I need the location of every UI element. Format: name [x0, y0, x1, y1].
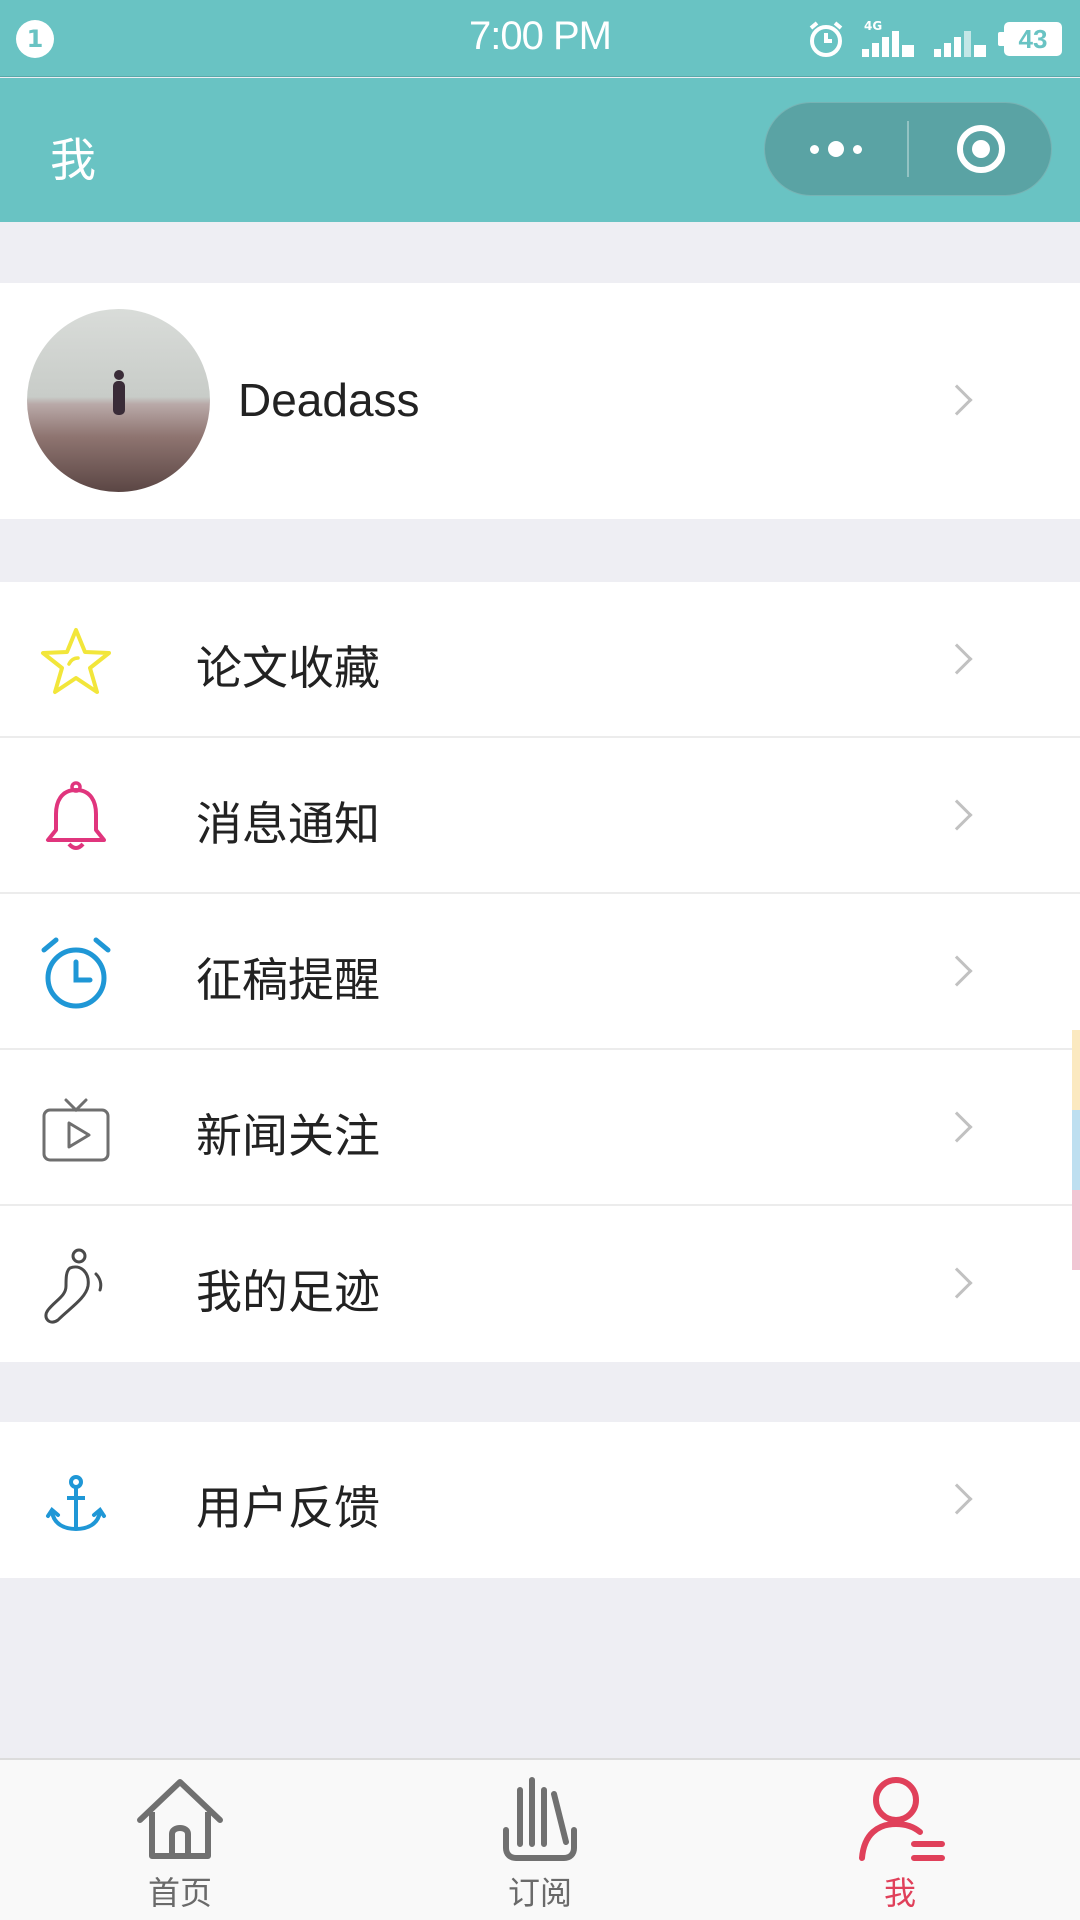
- more-dot-icon: [828, 141, 844, 157]
- avatar-figure: [113, 370, 125, 415]
- menu-item-news[interactable]: 新闻关注: [0, 1050, 1080, 1206]
- mini-program-capsule: [764, 102, 1052, 196]
- battery-indicator: 43: [998, 22, 1062, 56]
- menu-label: 我的足迹: [196, 1265, 380, 1319]
- network-type-label: 4G: [864, 19, 882, 33]
- close-button[interactable]: [911, 103, 1051, 195]
- star-icon: [41, 628, 111, 694]
- menu-label: 论文收藏: [196, 641, 380, 695]
- signal-sim1-icon: [934, 31, 986, 57]
- tab-label: 订阅: [507, 1874, 572, 1912]
- tab-bar: 首页 订阅 我: [0, 1758, 1080, 1920]
- username: Deadass: [238, 374, 420, 426]
- side-strip-blue: [1072, 1110, 1080, 1190]
- tab-subscribe[interactable]: 订阅: [360, 1760, 720, 1920]
- bell-icon: [46, 781, 106, 850]
- capsule-divider: [907, 121, 909, 177]
- home-icon: [137, 1779, 223, 1859]
- menu-item-feedback[interactable]: 用户反馈: [0, 1422, 1080, 1578]
- anchor-icon: [46, 1475, 106, 1532]
- menu-item-favorites[interactable]: 论文收藏: [0, 582, 1080, 738]
- chevron-right-icon: [941, 1483, 973, 1515]
- side-strip-pink: [1072, 1190, 1080, 1270]
- alarm-clock-icon: [41, 937, 111, 1009]
- tab-me[interactable]: 我: [720, 1760, 1080, 1920]
- chevron-right-icon: [941, 1111, 973, 1143]
- chevron-right-icon: [941, 384, 973, 416]
- menu-label: 消息通知: [196, 797, 380, 851]
- menu-label: 新闻关注: [196, 1109, 380, 1163]
- more-dot-icon: [810, 144, 819, 154]
- avatar: [27, 309, 210, 492]
- more-button[interactable]: [765, 103, 907, 195]
- signal-4g-icon: 4G: [862, 19, 914, 57]
- status-bar: 1 7:00 PM 4G 43: [0, 0, 1080, 77]
- menu-group-main: 论文收藏 消息通知 征稿提醒 新闻关注 我的足迹: [0, 582, 1080, 1362]
- more-dot-icon: [853, 144, 862, 154]
- tv-play-icon: [42, 1098, 110, 1162]
- chevron-right-icon: [941, 799, 973, 831]
- close-target-icon: [957, 125, 1005, 173]
- subscribe-icon: [503, 1777, 577, 1861]
- side-strip-yellow: [1072, 1030, 1080, 1110]
- chevron-right-icon: [941, 1267, 973, 1299]
- tab-home[interactable]: 首页: [0, 1760, 360, 1920]
- footprint-icon: [44, 1248, 103, 1324]
- status-indicators: 4G 43: [806, 16, 1062, 62]
- profile-row[interactable]: Deadass: [0, 283, 1080, 519]
- chevron-right-icon: [941, 955, 973, 987]
- menu-label: 征稿提醒: [196, 953, 380, 1007]
- menu-item-call-reminders[interactable]: 征稿提醒: [0, 894, 1080, 1050]
- nav-bar: 我: [0, 78, 1080, 222]
- tab-label: 首页: [147, 1874, 212, 1912]
- menu-item-footprints[interactable]: 我的足迹: [0, 1206, 1080, 1362]
- menu-label: 用户反馈: [196, 1481, 380, 1535]
- tab-label: 我: [883, 1874, 916, 1912]
- page-title: 我: [50, 133, 96, 187]
- profile-icon: [859, 1777, 945, 1861]
- menu-item-notifications[interactable]: 消息通知: [0, 738, 1080, 894]
- alarm-status-icon: [809, 21, 843, 57]
- chevron-right-icon: [941, 643, 973, 675]
- menu-group-feedback: 用户反馈: [0, 1422, 1080, 1578]
